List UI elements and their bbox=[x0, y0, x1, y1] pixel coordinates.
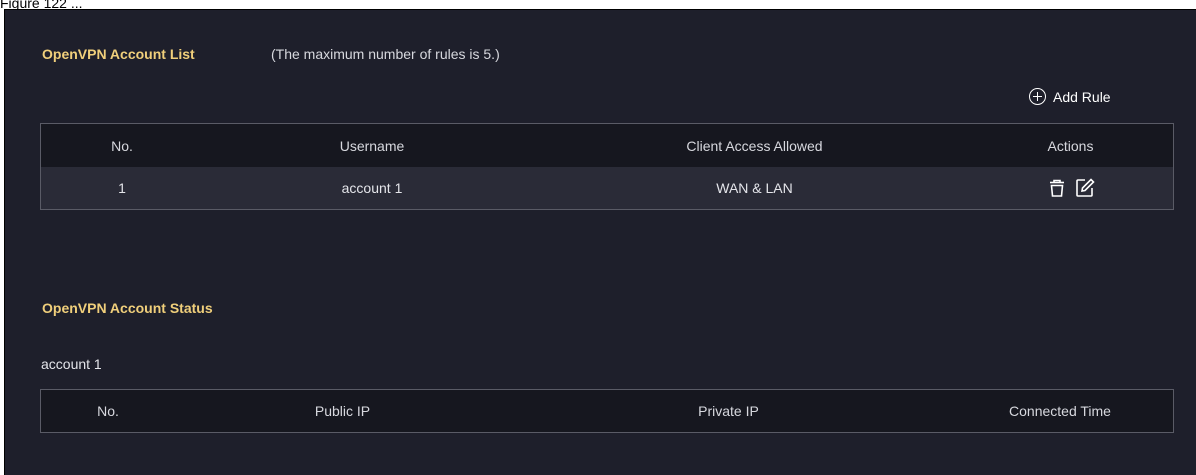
table-row: 1 account 1 WAN & LAN bbox=[41, 167, 1173, 209]
status-table-header-row: No. Public IP Private IP Connected Time bbox=[41, 390, 1173, 432]
add-circle-icon bbox=[1029, 88, 1046, 105]
row-actions bbox=[968, 177, 1173, 199]
status-column-private-ip: Private IP bbox=[698, 403, 759, 419]
add-rule-button[interactable]: Add Rule bbox=[1029, 88, 1111, 105]
table-header-row: No. Username Client Access Allowed Actio… bbox=[41, 124, 1173, 167]
status-column-no: No. bbox=[97, 403, 119, 419]
openvpn-panel: OpenVPN Account List (The maximum number… bbox=[4, 9, 1196, 475]
max-rules-note: (The maximum number of rules is 5.) bbox=[271, 46, 500, 62]
row-client-access: WAN & LAN bbox=[716, 180, 793, 196]
column-header-no: No. bbox=[111, 137, 133, 154]
edit-icon[interactable] bbox=[1074, 177, 1096, 199]
account-list-table: No. Username Client Access Allowed Actio… bbox=[40, 123, 1174, 210]
row-number: 1 bbox=[118, 180, 126, 196]
column-header-username: Username bbox=[339, 137, 405, 154]
account-list-title: OpenVPN Account List bbox=[42, 46, 195, 62]
account-status-title: OpenVPN Account Status bbox=[42, 300, 213, 316]
column-header-client-access: Client Access Allowed bbox=[686, 137, 823, 154]
delete-icon[interactable] bbox=[1046, 177, 1068, 199]
add-rule-label: Add Rule bbox=[1053, 88, 1111, 105]
status-column-connected-time: Connected Time bbox=[1009, 403, 1111, 419]
status-column-public-ip: Public IP bbox=[314, 403, 371, 419]
status-account-name: account 1 bbox=[41, 356, 102, 372]
row-username: account 1 bbox=[341, 180, 403, 196]
account-status-table: No. Public IP Private IP Connected Time bbox=[40, 389, 1174, 433]
column-header-actions: Actions bbox=[1047, 137, 1094, 154]
